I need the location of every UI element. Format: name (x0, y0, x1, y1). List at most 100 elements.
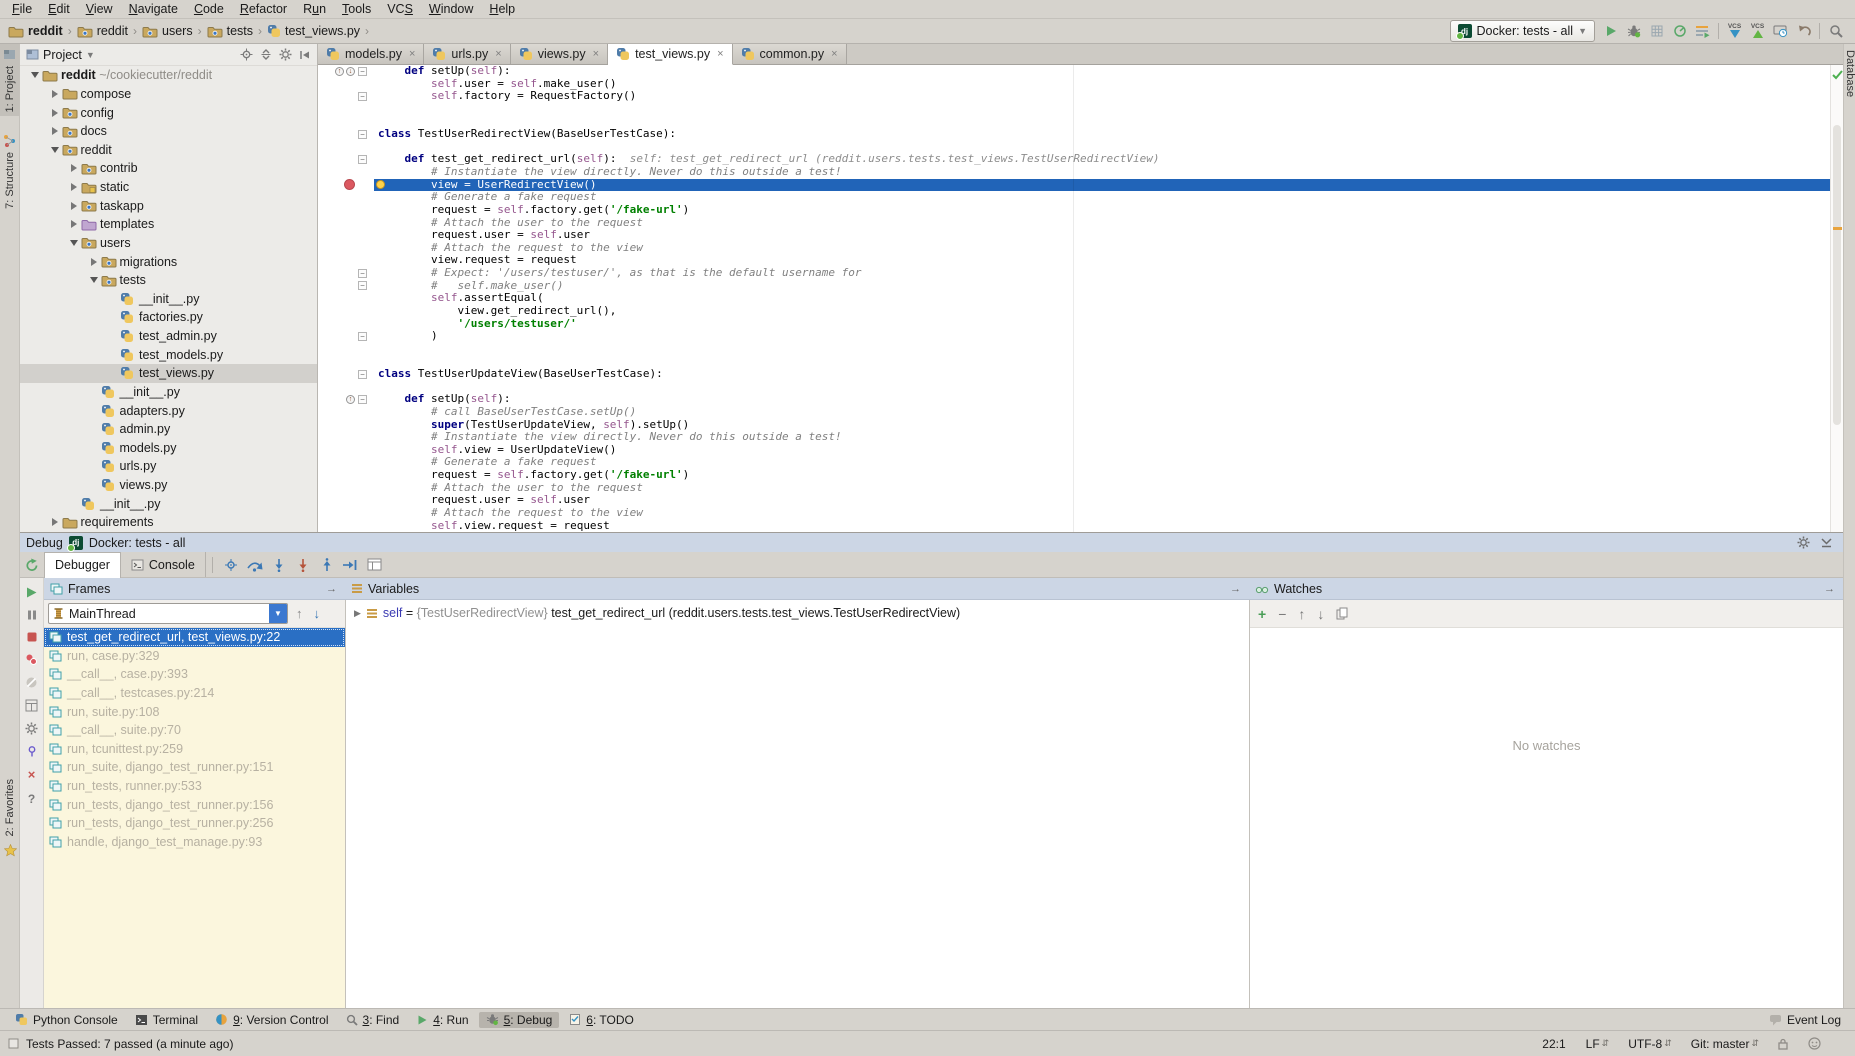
stack-frame[interactable]: __call__, case.py:393 (44, 665, 345, 684)
menu-window[interactable]: Window (421, 2, 481, 16)
override-up-icon[interactable]: ↑ (346, 395, 355, 404)
stack-frame[interactable]: __call__, testcases.py:214 (44, 684, 345, 703)
code-line[interactable]: − ) (318, 330, 1830, 343)
hide-panel-button[interactable] (299, 49, 311, 61)
toolwindow-button--todo[interactable]: 6: TODO (562, 1012, 641, 1028)
help-button[interactable]: ? (28, 792, 35, 806)
vcs-commit-button[interactable]: VCS (1746, 21, 1769, 42)
rerun-button[interactable] (20, 558, 44, 572)
tree-item-views.py[interactable]: views.py (20, 476, 317, 495)
menu-help[interactable]: Help (481, 2, 523, 16)
run-configuration-select[interactable]: dj Docker: tests - all ▼ (1450, 20, 1595, 42)
breakpoint-icon[interactable] (344, 179, 355, 190)
chevron-down-icon[interactable] (48, 147, 62, 153)
mute-breakpoints-button[interactable] (25, 676, 38, 689)
view-breakpoints-button[interactable] (25, 653, 38, 666)
caret-position-widget[interactable]: 22:1 (1542, 1037, 1565, 1051)
menu-edit[interactable]: Edit (40, 2, 78, 16)
code-line[interactable]: − # self.make_user() (318, 280, 1830, 293)
editor-tab-test_views.py[interactable]: test_views.py× (608, 44, 732, 65)
tree-item-config[interactable]: config (20, 103, 317, 122)
chevron-right-icon[interactable] (48, 109, 62, 117)
force-step-into-button[interactable] (291, 555, 315, 575)
tree-item-factories.py[interactable]: factories.py (20, 308, 317, 327)
code-line[interactable] (318, 381, 1830, 394)
close-icon[interactable]: × (493, 48, 501, 60)
error-stripe[interactable] (1830, 65, 1843, 532)
locate-file-button[interactable] (240, 48, 253, 61)
tree-item-contrib[interactable]: contrib (20, 159, 317, 178)
sidebar-item-project[interactable]: 1: Project (0, 44, 19, 116)
menu-code[interactable]: Code (186, 2, 232, 16)
toolwindow-button--version-control[interactable]: 9: Version Control (208, 1012, 335, 1028)
run-configurations-button[interactable] (1691, 21, 1714, 42)
tree-item-templates[interactable]: templates (20, 215, 317, 234)
hide-toolwindow-icon[interactable] (1820, 536, 1833, 549)
view-options-button[interactable] (363, 555, 387, 575)
stripe-database-label[interactable]: Database (1844, 50, 1855, 97)
breadcrumb-item[interactable]: users (142, 24, 193, 38)
thread-selector[interactable]: MainThread ▼ (48, 603, 288, 624)
menu-view[interactable]: View (78, 2, 121, 16)
code-line[interactable]: −class TestUserRedirectView(BaseUserTest… (318, 128, 1830, 141)
chevron-right-icon[interactable] (67, 164, 81, 172)
stack-frame[interactable]: handle, django_test_manage.py:93 (44, 833, 345, 852)
tree-item-taskapp[interactable]: taskapp (20, 196, 317, 215)
chevron-right-icon[interactable] (67, 202, 81, 210)
lock-icon[interactable] (1778, 1038, 1788, 1050)
encoding-widget[interactable]: UTF-8⇵ (1628, 1037, 1671, 1051)
show-execution-point-button[interactable] (219, 555, 243, 575)
debug-tab-console[interactable]: Console (121, 552, 206, 577)
pause-button[interactable] (26, 609, 38, 621)
tree-item-docs[interactable]: docs (20, 122, 317, 141)
fold-marker-icon[interactable]: − (358, 395, 367, 404)
add-watch-button[interactable]: + (1258, 606, 1266, 622)
tree-item-urls.py[interactable]: urls.py (20, 457, 317, 476)
stack-frame[interactable]: __call__, suite.py:70 (44, 721, 345, 740)
pin-button[interactable] (26, 745, 38, 757)
close-icon[interactable]: × (829, 48, 837, 60)
move-watch-down-button[interactable]: ↓ (1317, 606, 1324, 622)
stack-frame[interactable]: run_tests, django_test_runner.py:156 (44, 795, 345, 814)
code-line[interactable]: − self.factory = RequestFactory() (318, 90, 1830, 103)
editor-tab-views.py[interactable]: views.py× (511, 44, 608, 64)
code-line[interactable] (318, 103, 1830, 116)
panel-options-icon[interactable]: → (326, 583, 345, 595)
hector-icon[interactable] (1808, 1037, 1821, 1050)
coverage-button[interactable] (1645, 21, 1668, 42)
fold-marker-icon[interactable]: − (358, 269, 367, 278)
tree-item-compose[interactable]: compose (20, 85, 317, 104)
breadcrumb-item[interactable]: test_views.py (267, 24, 360, 38)
chevron-right-icon[interactable] (67, 183, 81, 191)
variable-row[interactable]: ▶ self = {TestUserRedirectView} test_get… (346, 600, 1249, 620)
breadcrumb-item[interactable]: reddit (77, 24, 128, 38)
tree-item-reddit[interactable]: reddit (20, 141, 317, 160)
stack-frame[interactable]: run, suite.py:108 (44, 702, 345, 721)
tree-item-reddit[interactable]: reddit ~/cookiecutter/reddit (20, 66, 317, 85)
vcs-branch-widget[interactable]: Git: master⇵ (1691, 1037, 1758, 1051)
intention-bulb-icon[interactable] (376, 180, 385, 189)
tree-item-static[interactable]: static (20, 178, 317, 197)
tree-item-requirements[interactable]: requirements (20, 513, 317, 532)
tree-item-__init__.py[interactable]: __init__.py (20, 290, 317, 309)
tree-item-__init__.py[interactable]: __init__.py (20, 494, 317, 513)
panel-options-icon[interactable]: → (1230, 583, 1249, 595)
run-button[interactable] (1599, 21, 1622, 42)
run-to-cursor-button[interactable] (339, 555, 363, 575)
settings-button[interactable] (25, 722, 38, 735)
stack-frame[interactable]: run_tests, django_test_runner.py:256 (44, 814, 345, 833)
editor-tab-common.py[interactable]: common.py× (733, 44, 847, 64)
line-separator-widget[interactable]: LF⇵ (1586, 1037, 1609, 1051)
local-history-button[interactable] (1769, 21, 1792, 42)
fold-marker-icon[interactable]: − (358, 155, 367, 164)
chevron-right-icon[interactable] (48, 90, 62, 98)
stack-frame[interactable]: test_get_redirect_url, test_views.py:22 (44, 628, 345, 647)
menu-tools[interactable]: Tools (334, 2, 379, 16)
expand-triangle-icon[interactable]: ▶ (354, 608, 361, 619)
chevron-right-icon[interactable] (48, 127, 62, 135)
code-line[interactable] (318, 343, 1830, 356)
menu-navigate[interactable]: Navigate (121, 2, 186, 16)
menu-refactor[interactable]: Refactor (232, 2, 295, 16)
frame-up-icon[interactable]: ↑ (293, 606, 306, 621)
chevron-right-icon[interactable] (67, 220, 81, 228)
